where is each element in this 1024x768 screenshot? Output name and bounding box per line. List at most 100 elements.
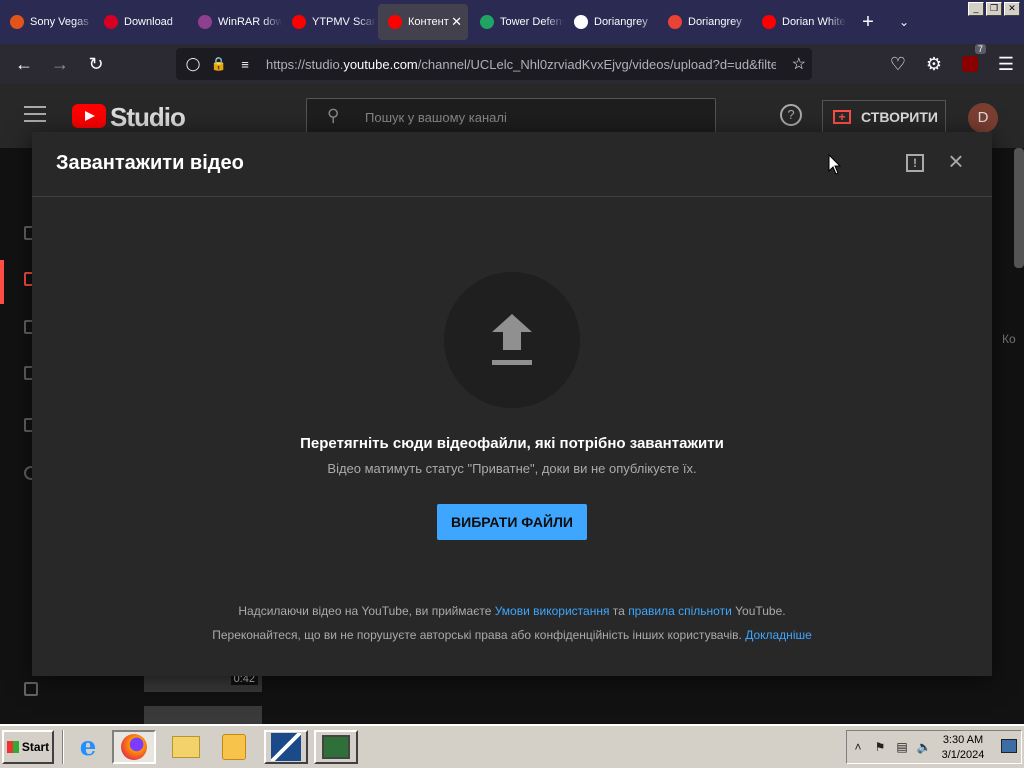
youtube-icon [388, 15, 402, 29]
video-thumbnail[interactable] [144, 706, 262, 724]
upload-video-dialog: Завантажити відео ! × Перетягніть сюди в… [32, 132, 992, 676]
channel-search-input[interactable]: ⚲ Пошук у вашому каналі [306, 98, 716, 136]
permissions-icon[interactable]: ≡ [232, 57, 258, 72]
extension-badge: 7 [974, 44, 986, 54]
address-bar[interactable]: ◯ 🔒 ≡ https://studio.youtube.com/channel… [176, 48, 812, 80]
browser-tab[interactable]: Doriangrey [564, 4, 658, 40]
internet-explorer-icon[interactable]: e [66, 730, 110, 764]
learn-more-link[interactable]: Докладніше [745, 628, 812, 642]
tab-label: Doriangrey [688, 16, 742, 28]
browser-tab[interactable]: Контент ✕ [378, 4, 468, 40]
extensions-puzzle-icon[interactable]: ⚙ [916, 48, 952, 80]
copyright-text: Переконайтеся, що ви не порушуєте авторс… [212, 628, 742, 642]
navigation-toolbar: ← → ↻ ◯ 🔒 ≡ https://studio.youtube.com/c… [0, 44, 1024, 84]
system-tray: ˄ ⚑ ▤ 🔈 3:30 AM 3/1/2024 [846, 730, 1022, 764]
vegas-pro-icon[interactable] [264, 730, 308, 764]
bookmark-star-icon[interactable]: ☆ [792, 54, 806, 74]
upload-arrow-head [492, 314, 532, 332]
forward-button[interactable]: → [42, 48, 78, 80]
tab-label: WinRAR download [218, 16, 282, 28]
action-center-flag-icon[interactable]: ⚑ [869, 740, 891, 754]
taskbar-separator [62, 730, 64, 764]
pocket-icon[interactable]: ♡ [880, 48, 916, 80]
help-icon[interactable]: ? [780, 104, 802, 126]
tab-label: YTPMV Scans [312, 16, 376, 28]
firefox-icon[interactable] [112, 730, 156, 764]
terms-suffix: YouTube. [735, 604, 786, 618]
show-desktop-icon[interactable] [1001, 739, 1017, 753]
window-controls: _ ❐ ✕ [968, 2, 1020, 16]
restore-button[interactable]: ❐ [986, 2, 1002, 16]
minimize-button[interactable]: _ [968, 2, 984, 16]
browser-tab[interactable]: Download [94, 4, 188, 40]
column-header-fragment: Ко [1002, 332, 1016, 346]
ublock-extension-icon[interactable]: 7 [952, 44, 988, 80]
youtube-logo-icon[interactable] [72, 104, 106, 128]
menu-hamburger-icon[interactable]: ☰ [988, 48, 1024, 80]
select-files-button[interactable]: ВИБРАТИ ФАЙЛИ [437, 504, 587, 540]
google-icon [574, 15, 588, 29]
terms-of-service-link[interactable]: Умови використання [495, 604, 610, 618]
search-placeholder: Пошук у вашому каналі [365, 110, 507, 125]
browser-tab[interactable]: Sony Vegas [0, 4, 94, 40]
new-tab-button[interactable]: + [850, 11, 886, 34]
close-tab-icon[interactable]: ✕ [451, 14, 462, 30]
url-path: /channel/UCLelc_Nhl0zrviadKvxEjvg/videos… [417, 56, 776, 72]
download-icon [10, 15, 24, 29]
url-text[interactable]: https://studio.youtube.com/channel/UCLel… [266, 57, 776, 72]
start-button[interactable]: Start [2, 730, 54, 764]
tab-list: Sony Vegas Download WinRAR download YTPMV S… [0, 0, 846, 44]
create-button[interactable]: + СТВОРИТИ [822, 100, 946, 134]
send-feedback-icon[interactable]: ! [906, 154, 924, 172]
menu-icon[interactable] [24, 106, 46, 122]
close-window-button[interactable]: ✕ [1004, 2, 1020, 16]
youtube-icon [292, 15, 306, 29]
show-hidden-icons-chevron-icon[interactable]: ˄ [847, 740, 869, 754]
community-guidelines-link[interactable]: правила спільноти [628, 604, 732, 618]
lock-icon[interactable]: 🔒 [206, 56, 232, 72]
clock[interactable]: 3:30 AM 3/1/2024 [939, 733, 987, 763]
browser-tab[interactable]: Tower Defense [470, 4, 564, 40]
tab-label: Dorian White [782, 16, 846, 28]
volume-muted-icon[interactable]: 🔈 [913, 740, 935, 754]
media-player-icon[interactable] [212, 730, 256, 764]
list-all-tabs-button[interactable]: ⌄ [886, 15, 922, 29]
reload-button[interactable]: ↻ [78, 48, 114, 80]
task-manager-icon[interactable] [314, 730, 358, 764]
winrar-icon [198, 15, 212, 29]
upload-arrow-stem [503, 332, 521, 350]
start-label: Start [21, 740, 50, 754]
close-icon[interactable]: × [944, 148, 968, 174]
tracking-protection-shield-icon[interactable]: ◯ [180, 56, 206, 72]
tab-label: Download [124, 16, 173, 28]
drop-instructions: Перетягніть сюди відеофайли, які потрібн… [300, 435, 724, 452]
tab-label: Sony Vegas [30, 16, 89, 28]
browser-tab[interactable]: WinRAR download [188, 4, 282, 40]
feedback-icon-sidebar[interactable] [24, 682, 38, 696]
url-prefix: https://studio. [266, 56, 344, 72]
upload-drop-zone[interactable] [444, 272, 580, 408]
cursor-arrow-icon [828, 154, 842, 175]
network-icon[interactable]: ▤ [891, 740, 913, 754]
youtube-icon [762, 15, 776, 29]
browser-tab[interactable]: Dorian White [752, 4, 846, 40]
create-video-icon: + [833, 110, 851, 124]
page-scrollbar[interactable] [1014, 148, 1024, 268]
browser-tab[interactable]: Doriangrey [658, 4, 752, 40]
terms-notice: Надсилаючи відео на YouTube, ви приймаєт… [32, 604, 992, 618]
drive-icon [480, 15, 494, 29]
upload-arrow-icon [492, 314, 532, 366]
dialog-title: Завантажити відео [56, 152, 244, 174]
back-button[interactable]: ← [6, 48, 42, 80]
windows-logo-icon [6, 741, 19, 753]
privacy-note: Відео матимуть статус "Приватне", доки в… [327, 461, 697, 476]
file-explorer-folder-icon[interactable] [164, 730, 208, 764]
terms-prefix: Надсилаючи відео на YouTube, ви приймаєт… [238, 604, 492, 618]
browser-tab[interactable]: YTPMV Scans [282, 4, 376, 40]
ublock-shield-icon [962, 56, 978, 72]
studio-logo-text[interactable]: Studio [110, 102, 186, 133]
toolbar-right: ♡ ⚙ 7 ☰ [880, 44, 1024, 80]
clock-date: 3/1/2024 [941, 749, 985, 761]
account-avatar[interactable]: D [968, 103, 998, 133]
create-label: СТВОРИТИ [861, 109, 938, 125]
